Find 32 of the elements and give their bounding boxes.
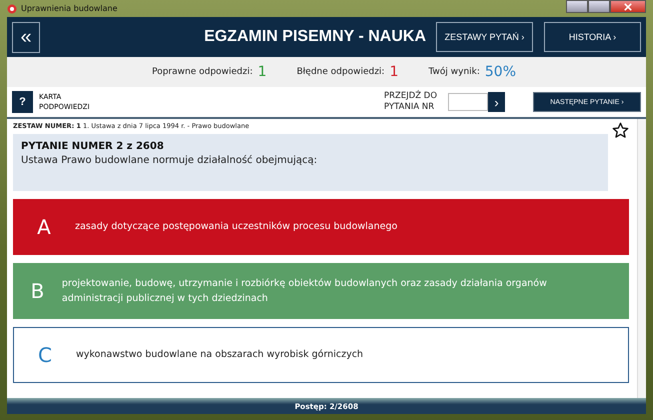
answer-letter: B — [30, 279, 46, 303]
answer-text: zasady dotyczące postępowania uczestników procesu budowlanego — [75, 220, 398, 234]
go-button[interactable]: › — [488, 92, 505, 112]
answer-option[interactable]: C wykonawstwo budowlane na obszarach wyrobisk górniczych — [13, 327, 629, 383]
close-button[interactable] — [610, 0, 646, 13]
scrollbar[interactable] — [637, 119, 646, 398]
stat-label: Twój wynik: — [428, 67, 480, 77]
header-button[interactable]: HISTORIA › — [544, 22, 641, 52]
stat-value: 1 — [258, 64, 267, 80]
app-icon — [7, 4, 17, 14]
hint-button[interactable]: ? — [12, 91, 33, 113]
back-button[interactable]: « — [12, 22, 40, 52]
maximize-button[interactable] — [588, 0, 610, 13]
minimize-button[interactable] — [566, 0, 588, 13]
question-number-field[interactable] — [448, 93, 488, 111]
answer-letter: C — [37, 343, 53, 367]
answer-letter: A — [36, 215, 52, 239]
question-title: PYTANIE NUMER 2 z 2608 — [21, 141, 165, 152]
answer-text: wykonawstwo budowlane na obszarach wyrobisk górniczych — [76, 348, 364, 362]
stat-label: Błędne odpowiedzi: — [296, 67, 385, 77]
star-icon[interactable] — [612, 122, 629, 139]
page-title: EGZAMIN PISEMNY - NAUKA — [204, 28, 426, 46]
window-title: Uprawnienia budowlane — [21, 4, 118, 13]
stat-value: 1 — [390, 64, 399, 80]
question-text: Ustawa Prawo budowlane normuje działalność obejmującą: — [21, 155, 318, 166]
answer-option[interactable]: A zasady dotyczące postępowania uczestników procesu budowlanego — [13, 199, 629, 255]
header-button[interactable]: ZESTAWY PYTAŃ › — [436, 22, 533, 52]
answer-text: projektowanie, budowę, utrzymanie i rozbiórkę obiektów budowlanych oraz zasady działania organów administracji publicznej w tych dziedzinach — [62, 276, 548, 306]
goto-label: PRZEJDŹ DO PYTANIA NR — [384, 90, 438, 114]
stat-label: Poprawne odpowiedzi: — [152, 67, 253, 77]
stat-value: 50% — [484, 64, 516, 80]
close-icon — [624, 2, 632, 10]
